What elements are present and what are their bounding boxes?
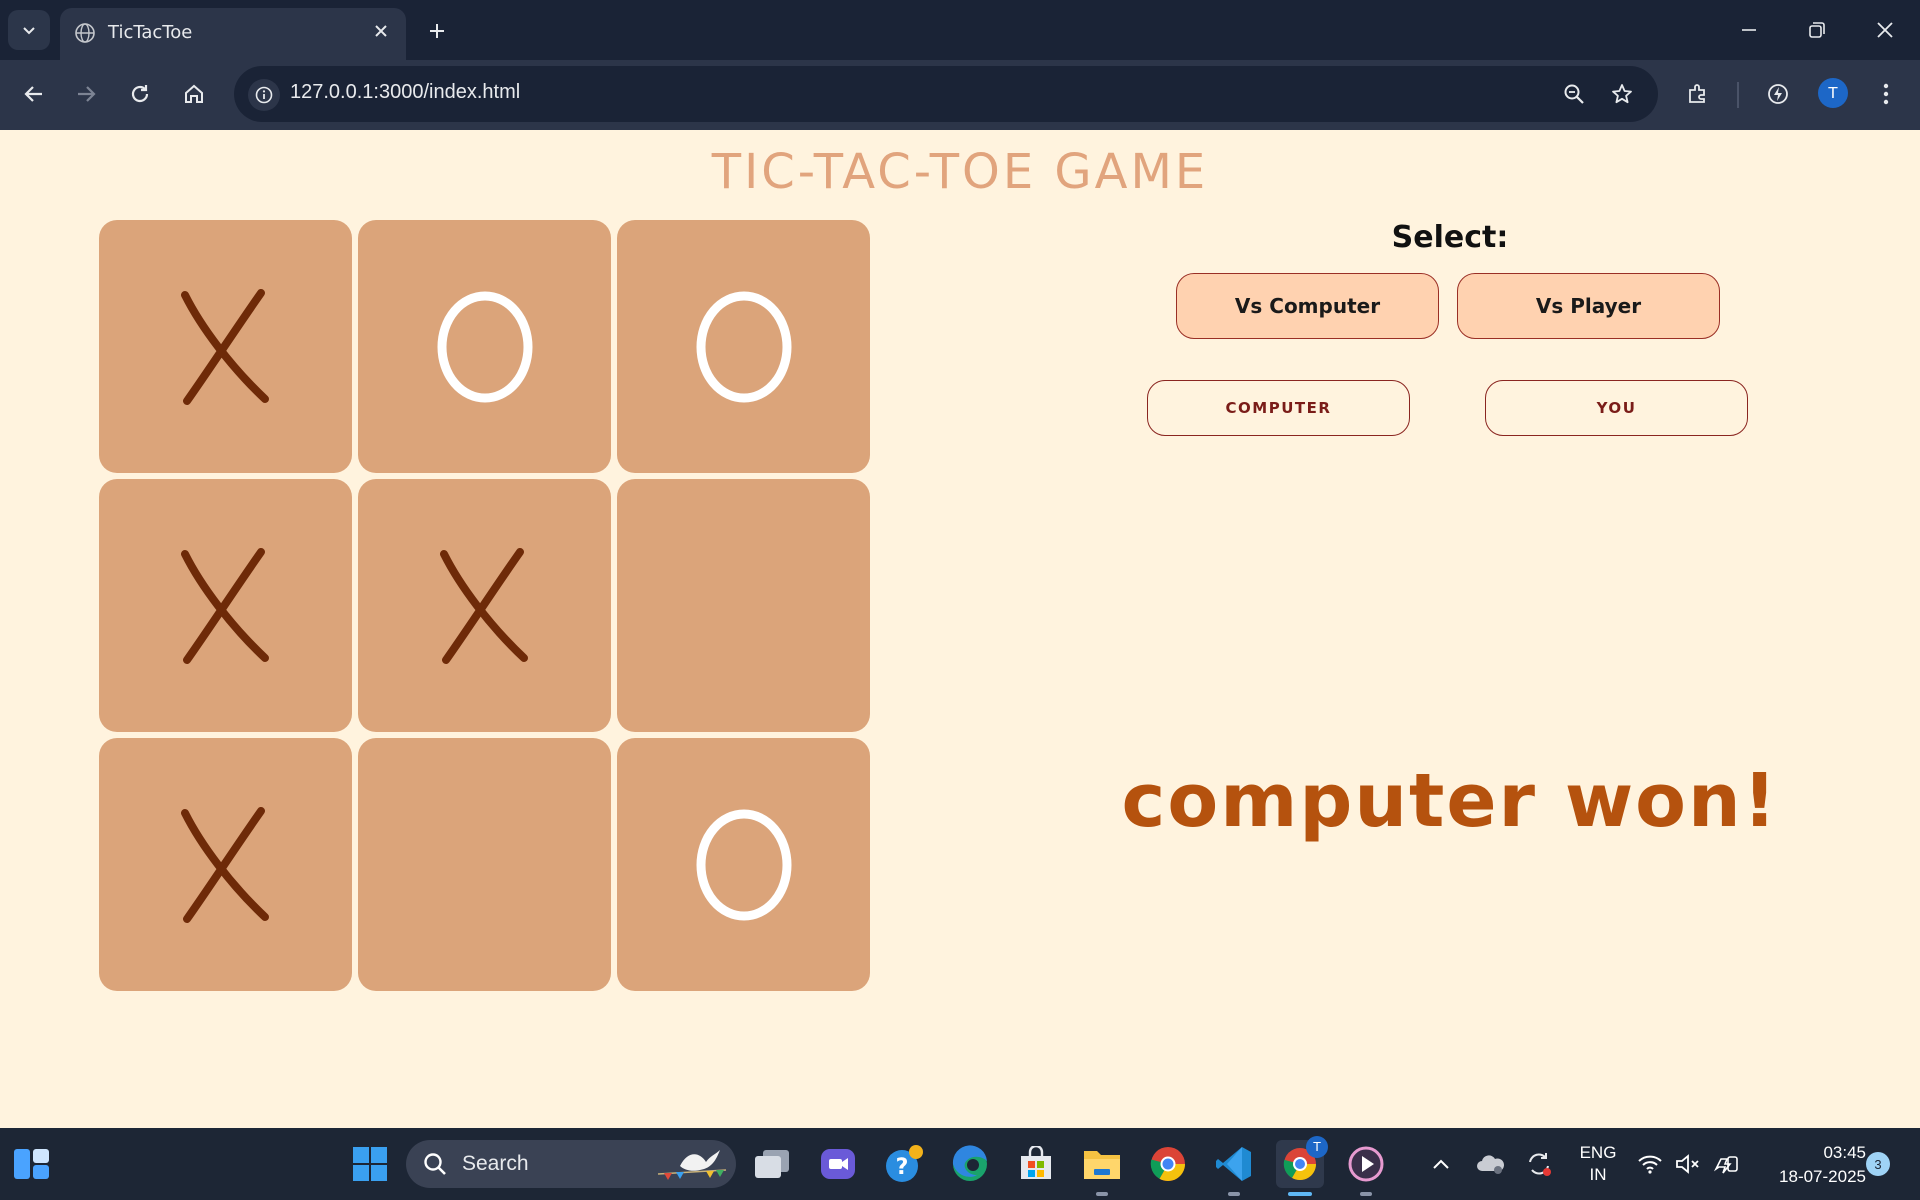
plus-icon (430, 24, 444, 38)
teams-meet-icon[interactable] (814, 1140, 862, 1188)
vscode-icon[interactable] (1210, 1140, 1258, 1188)
file-explorer-icon[interactable] (1078, 1140, 1126, 1188)
board-cell[interactable]: X (99, 738, 352, 991)
x-mark-icon (180, 547, 269, 664)
x-mark-icon (439, 547, 528, 664)
arrow-right-icon (78, 86, 96, 102)
page-title: TIC-TAC-TOE GAME (711, 144, 1209, 200)
x-mark-icon (180, 288, 269, 405)
bookmark-star-icon[interactable] (1606, 78, 1638, 110)
taskbar: Search ? T ENG IN 03:45 18-07-2025 3 (0, 1128, 1920, 1200)
task-view-icon[interactable] (748, 1140, 796, 1188)
taskbar-search[interactable]: Search (406, 1140, 736, 1188)
board-cell[interactable]: O (358, 220, 611, 473)
zoom-icon[interactable] (1558, 78, 1590, 110)
minimize-button[interactable] (1720, 8, 1778, 52)
arrow-left-icon (24, 86, 42, 102)
extensions-icon[interactable] (1676, 72, 1720, 116)
board-cell[interactable]: X (99, 479, 352, 732)
store-icon[interactable] (1012, 1140, 1060, 1188)
board-cell[interactable]: X (358, 479, 611, 732)
running-indicator (1228, 1192, 1240, 1196)
svg-text:?: ? (896, 1155, 909, 1180)
battery-icon[interactable] (1706, 1140, 1746, 1188)
speaker-muted-icon[interactable] (1668, 1140, 1708, 1188)
reload-button[interactable] (118, 72, 162, 116)
o-mark-icon (696, 809, 791, 920)
browser-tab[interactable]: TicTacToe (60, 8, 406, 60)
profile-avatar[interactable]: T (1818, 78, 1848, 108)
select-label: Select: (1391, 220, 1509, 255)
onedrive-icon[interactable] (1468, 1140, 1514, 1188)
board-cell-value (484, 864, 485, 865)
search-label: Search (462, 1152, 529, 1175)
x-mark-icon (180, 806, 269, 923)
restore-icon (1809, 22, 1825, 38)
url-host: 127.0.0.1 (290, 81, 374, 103)
url-path: :3000/index.html (373, 81, 521, 103)
vs-computer-button[interactable]: Vs Computer (1176, 273, 1439, 339)
clock[interactable]: 03:45 18-07-2025 (1752, 1141, 1866, 1189)
tab-title: TicTacToe (108, 22, 193, 43)
address-bar[interactable]: 127.0.0.1:3000/index.html (234, 66, 1658, 122)
close-icon (1877, 22, 1893, 38)
board-cell-value (743, 605, 744, 606)
search-icon (424, 1153, 446, 1175)
you-turn-button[interactable]: YOU (1485, 380, 1748, 436)
region-code: IN (1589, 1165, 1607, 1184)
edge-icon[interactable] (946, 1140, 994, 1188)
chrome-active-icon[interactable]: T (1276, 1136, 1328, 1188)
computer-turn-button[interactable]: COMPUTER (1147, 380, 1410, 436)
game-board: XOOXXXO (99, 220, 871, 992)
new-tab-button[interactable] (420, 14, 454, 48)
tab-search-button[interactable] (8, 10, 50, 50)
browser-toolbar: 127.0.0.1:3000/index.html T (0, 60, 1920, 130)
chrome-icon[interactable] (1144, 1140, 1192, 1188)
minimize-icon (1742, 29, 1756, 31)
wifi-icon[interactable] (1630, 1140, 1670, 1188)
page-viewport: TIC-TAC-TOE GAME XOOXXXO Select: Vs Comp… (0, 130, 1920, 1128)
home-icon (185, 84, 203, 103)
language-code: ENG (1579, 1143, 1617, 1162)
board-cell[interactable] (617, 479, 870, 732)
active-indicator (1288, 1192, 1312, 1196)
dove-bunting-icon (657, 1150, 727, 1180)
performance-icon[interactable] (1756, 72, 1800, 116)
chrome-profile-badge: T (1306, 1136, 1328, 1158)
o-mark-icon (696, 291, 791, 402)
restore-button[interactable] (1788, 8, 1846, 52)
site-info-icon[interactable] (248, 79, 280, 111)
running-indicator (1096, 1192, 1108, 1196)
back-button[interactable] (12, 72, 56, 116)
o-mark-icon (437, 291, 532, 402)
vs-player-button[interactable]: Vs Player (1457, 273, 1720, 339)
board-cell[interactable]: O (617, 220, 870, 473)
show-hidden-icons[interactable] (1418, 1140, 1464, 1188)
sync-icon[interactable] (1516, 1140, 1562, 1188)
toolbar-separator (1737, 82, 1739, 108)
close-window-button[interactable] (1856, 8, 1914, 52)
notification-badge[interactable]: 3 (1866, 1152, 1890, 1176)
media-player-icon[interactable] (1342, 1140, 1390, 1188)
globe-icon (75, 23, 95, 43)
browser-tab-strip: TicTacToe (0, 0, 1920, 60)
chevron-down-icon (23, 27, 35, 35)
widgets-icon[interactable] (8, 1140, 56, 1188)
running-indicator (1360, 1192, 1372, 1196)
reload-icon (131, 85, 149, 103)
home-button[interactable] (172, 72, 216, 116)
board-cell[interactable]: O (617, 738, 870, 991)
forward-button[interactable] (64, 72, 108, 116)
language-indicator[interactable]: ENG IN (1570, 1142, 1626, 1186)
menu-icon[interactable] (1864, 72, 1908, 116)
clock-date: 18-07-2025 (1779, 1167, 1866, 1186)
close-tab-icon[interactable] (368, 18, 394, 44)
get-help-icon[interactable]: ? (880, 1140, 928, 1188)
board-cell[interactable] (358, 738, 611, 991)
start-windows-icon[interactable] (346, 1140, 394, 1188)
url-text[interactable]: 127.0.0.1:3000/index.html (290, 81, 520, 104)
result-message: computer won! (1121, 758, 1779, 844)
board-cell[interactable]: X (99, 220, 352, 473)
clock-time: 03:45 (1823, 1143, 1866, 1162)
